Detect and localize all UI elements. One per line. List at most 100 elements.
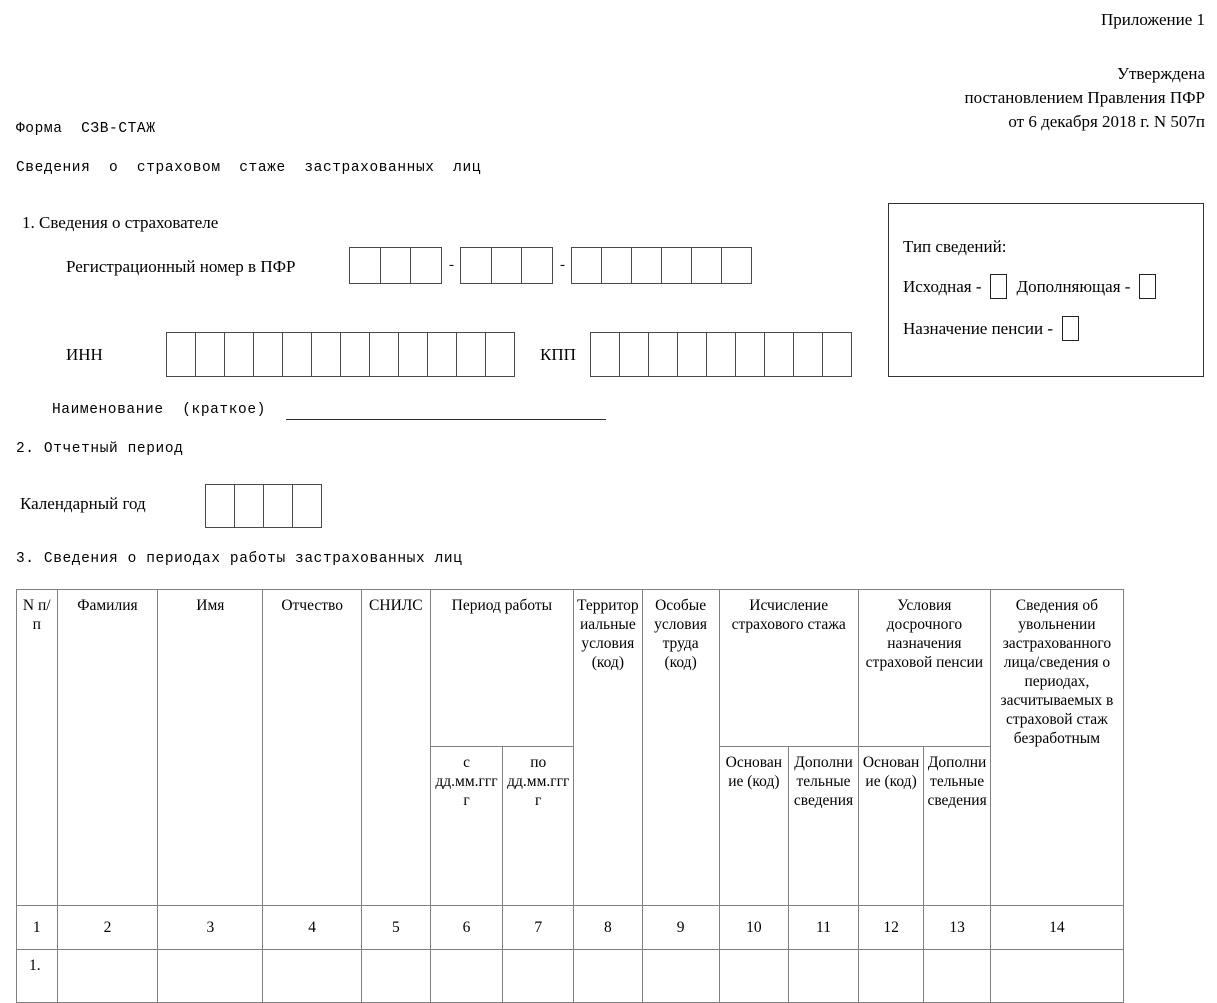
calendar-year-cell[interactable] (234, 484, 264, 528)
kpp-cell[interactable] (822, 332, 852, 377)
reg-number-cell[interactable] (691, 247, 722, 284)
kpp-cell[interactable] (590, 332, 620, 377)
reg-number-cell[interactable] (521, 247, 553, 284)
header-cell-early-basis: Основание (код) (857, 746, 925, 906)
information-type-box: Тип сведений: Исходная - Дополняющая - Н… (888, 203, 1204, 377)
reg-number-cell[interactable] (491, 247, 522, 284)
numbering-cell: 3 (157, 905, 264, 950)
row-cell-calc-basis[interactable] (718, 949, 790, 1003)
row-cell-surname[interactable] (56, 949, 159, 1003)
inn-cell[interactable] (195, 332, 225, 377)
header-cell-insurance-calculation: Исчисление страхового стажа (718, 589, 859, 747)
inn-cell[interactable] (398, 332, 428, 377)
supplementary-type-checkbox[interactable] (1139, 274, 1157, 299)
row-cell-territorial-conditions[interactable] (573, 949, 643, 1003)
inn-input[interactable] (166, 332, 515, 377)
numbering-cell: 10 (718, 905, 790, 950)
short-name-input[interactable] (286, 419, 606, 420)
header-cell-calc-basis: Основание (код) (718, 746, 790, 906)
row-cell-period-to[interactable] (502, 949, 575, 1003)
numbering-cell: 4 (262, 905, 363, 950)
kpp-cell[interactable] (677, 332, 707, 377)
approved-label: Утверждена (1116, 64, 1205, 83)
reg-number-separator: - (560, 257, 565, 273)
inn-cell[interactable] (369, 332, 399, 377)
row-cell-dismissal-info[interactable] (989, 949, 1125, 1003)
inn-cell[interactable] (456, 332, 486, 377)
table-numbering-row: 1 2 3 4 5 6 7 8 9 10 11 12 13 14 (16, 905, 1125, 950)
numbering-cell: 14 (989, 905, 1125, 950)
kpp-cell[interactable] (619, 332, 649, 377)
header-cell-early-extra: Дополнительные сведения (923, 746, 991, 906)
row-index-cell: 1. (16, 949, 58, 1003)
calendar-year-cell[interactable] (292, 484, 322, 528)
table-row[interactable]: 1. (16, 949, 1125, 1003)
pension-assignment-row: Назначение пенсии - (903, 316, 1079, 341)
calendar-year-cell[interactable] (205, 484, 235, 528)
pension-assignment-checkbox[interactable] (1061, 316, 1079, 341)
inn-cell[interactable] (485, 332, 515, 377)
inn-cell[interactable] (340, 332, 370, 377)
reg-number-cell[interactable] (631, 247, 662, 284)
inn-cell[interactable] (311, 332, 341, 377)
form-name: Форма СЗВ-СТАЖ (16, 121, 156, 137)
header-cell-early-pension-conditions: Условия досрочного назначения страховой … (857, 589, 991, 747)
inn-cell[interactable] (253, 332, 283, 377)
reg-number-cell[interactable] (601, 247, 632, 284)
initial-type-checkbox[interactable] (990, 274, 1008, 299)
calendar-year-cell[interactable] (263, 484, 293, 528)
initial-type-row: Исходная - Дополняющая - (903, 274, 1157, 299)
kpp-cell[interactable] (648, 332, 678, 377)
reg-number-cell[interactable] (349, 247, 381, 284)
row-cell-early-basis[interactable] (857, 949, 925, 1003)
reg-number-cell[interactable] (380, 247, 411, 284)
calendar-year-label: Календарный год (20, 494, 146, 513)
table-header-row-main: N п/п Фамилия Имя Отчество СНИЛС Период … (16, 589, 1125, 906)
reg-number-cell[interactable] (410, 247, 442, 284)
reg-number-input[interactable]: - - (349, 247, 752, 284)
header-cell-special-work-conditions: Особые условия труда (код) (641, 589, 720, 906)
kpp-input[interactable] (590, 332, 852, 377)
inn-cell[interactable] (282, 332, 312, 377)
reg-number-cell[interactable] (571, 247, 602, 284)
row-cell-patronymic[interactable] (262, 949, 363, 1003)
row-cell-calc-extra[interactable] (788, 949, 859, 1003)
approval-block: Приложение 1 Утверждена постановлением П… (964, 8, 1205, 134)
row-cell-special-work-conditions[interactable] (641, 949, 720, 1003)
short-name-label: Наименование (краткое) (52, 402, 266, 418)
reg-number-cell[interactable] (460, 247, 492, 284)
header-cell-snils: СНИЛС (361, 589, 431, 906)
calendar-year-input[interactable] (205, 484, 322, 528)
numbering-cell: 6 (429, 905, 504, 950)
reg-number-separator: - (449, 257, 454, 273)
inn-cell[interactable] (427, 332, 457, 377)
inn-cell[interactable] (224, 332, 254, 377)
numbering-cell: 7 (502, 905, 575, 950)
header-cell-period-to: по дд.мм.гггг (502, 746, 575, 906)
reg-number-cell[interactable] (661, 247, 692, 284)
row-cell-snils[interactable] (361, 949, 431, 1003)
section3-heading: 3. Сведения о периодах работы застрахова… (16, 551, 463, 567)
kpp-cell[interactable] (706, 332, 736, 377)
header-cell-calc-extra: Дополнительные сведения (788, 746, 859, 906)
kpp-cell[interactable] (793, 332, 823, 377)
kpp-cell[interactable] (735, 332, 765, 377)
row-cell-firstname[interactable] (157, 949, 264, 1003)
info-box-title: Тип сведений: (903, 237, 1007, 256)
inn-cell[interactable] (166, 332, 196, 377)
numbering-cell: 1 (16, 905, 58, 950)
row-cell-early-extra[interactable] (923, 949, 991, 1003)
header-cell-work-period: Период работы (429, 589, 575, 747)
initial-type-label: Исходная - (903, 276, 982, 296)
kpp-label: КПП (540, 345, 576, 364)
kpp-cell[interactable] (764, 332, 794, 377)
inn-label: ИНН (66, 345, 103, 364)
row-cell-period-from[interactable] (429, 949, 504, 1003)
reg-number-label: Регистрационный номер в ПФР (66, 257, 296, 276)
numbering-cell: 5 (361, 905, 431, 950)
numbering-cell: 9 (641, 905, 720, 950)
header-cell-territorial-conditions: Территориальные условия (код) (573, 589, 643, 906)
supplementary-type-label: Дополняющая - (1016, 276, 1131, 296)
reg-number-cell[interactable] (721, 247, 752, 284)
